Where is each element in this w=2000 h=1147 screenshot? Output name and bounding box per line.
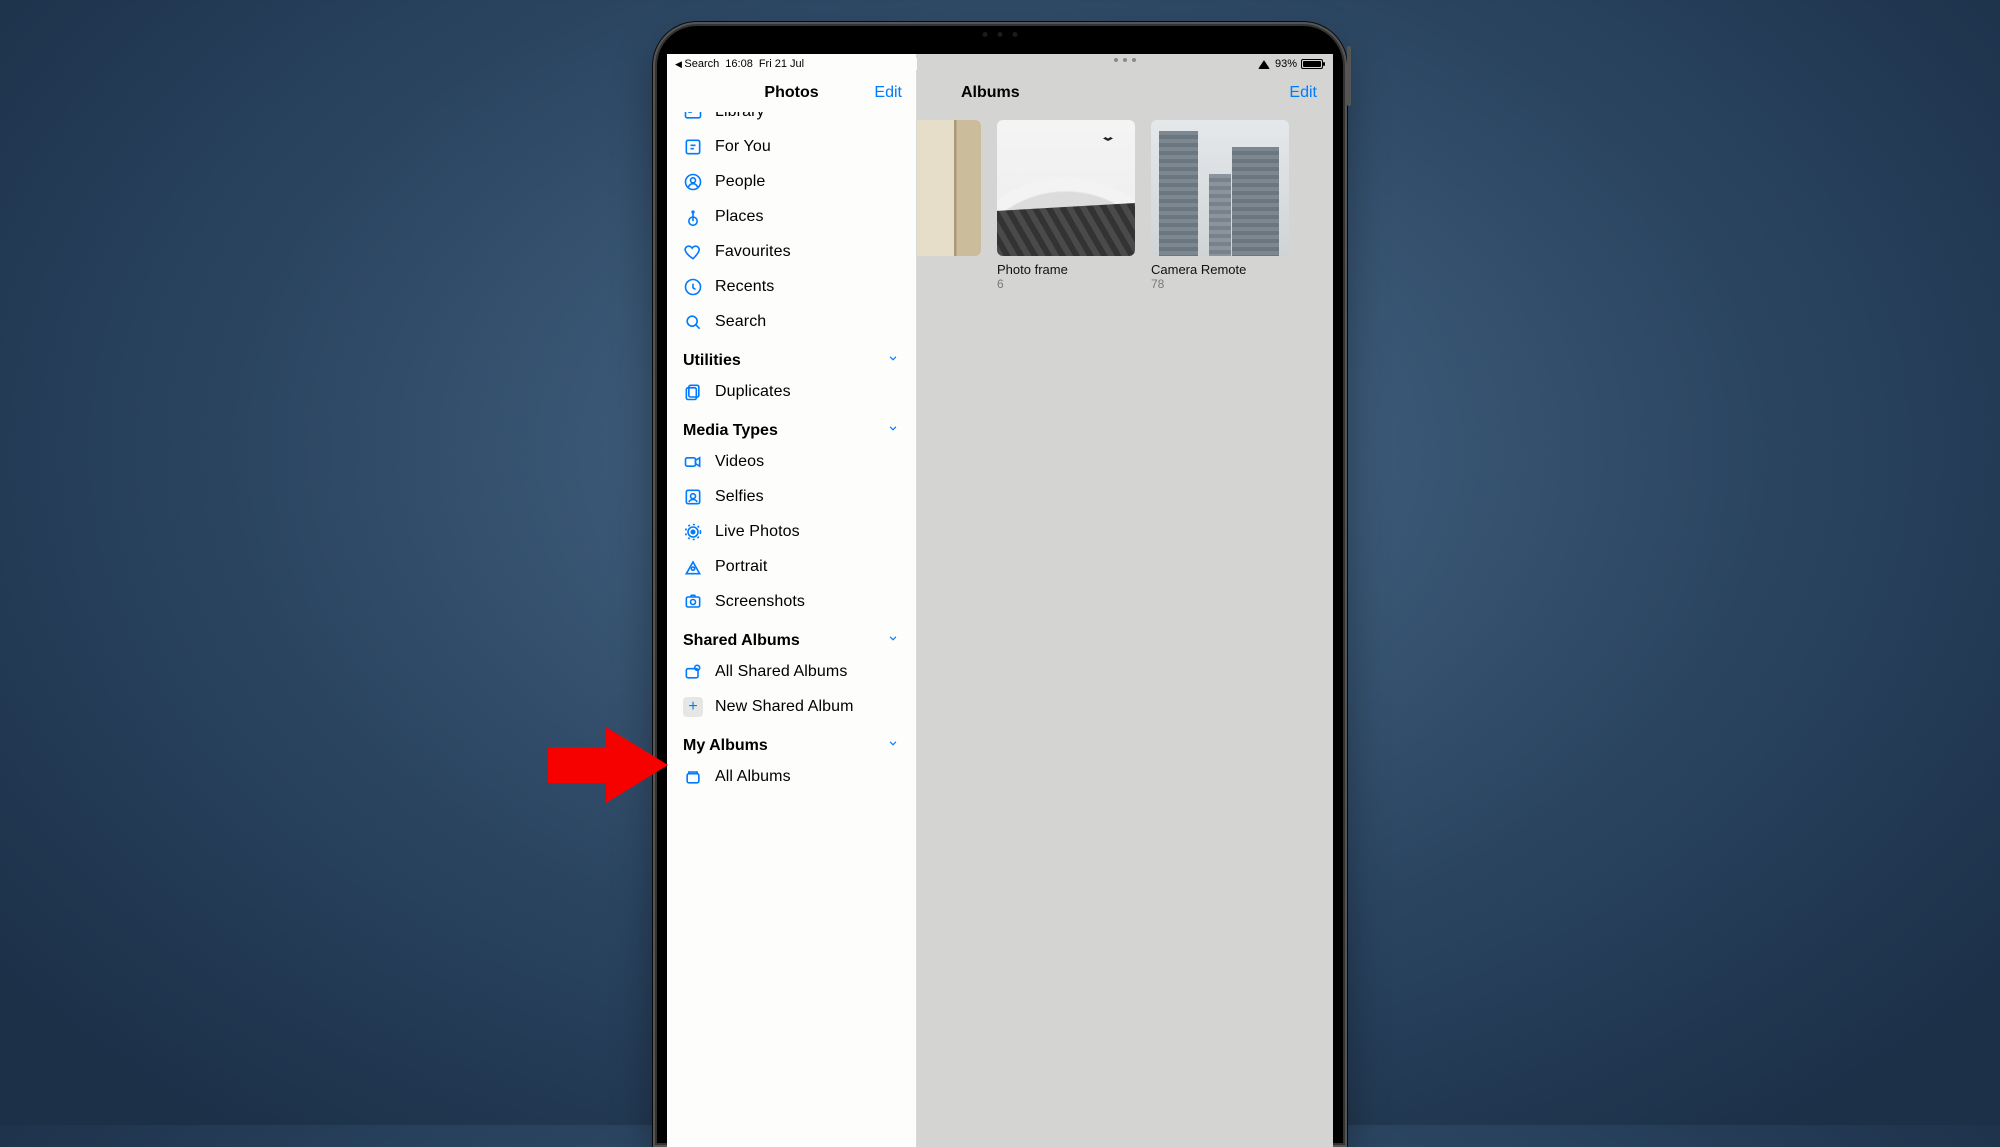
sidebar-item-label: All Albums — [715, 768, 791, 786]
album-item-photo-frame[interactable]: Photo frame 6 — [997, 120, 1135, 291]
front-camera-cluster — [983, 32, 1018, 37]
plus-icon: + — [683, 697, 703, 717]
library-icon — [683, 112, 703, 122]
sidebar-item-label: People — [715, 173, 765, 191]
album-thumbnail — [1151, 120, 1289, 256]
section-title: Shared Albums — [683, 632, 800, 650]
section-title: Utilities — [683, 352, 741, 370]
search-icon — [683, 312, 703, 332]
sidebar-scroll[interactable]: Library For You People — [667, 112, 916, 1147]
sidebar-item-duplicates[interactable]: Duplicates — [677, 374, 906, 409]
album-count: 78 — [1151, 277, 1289, 291]
sidebar-item-label: Live Photos — [715, 523, 800, 541]
album-count: 6 — [997, 277, 1135, 291]
album-grid[interactable]: Photo frame 6 Camera Remote 78 — [917, 112, 1333, 291]
chevron-down-icon — [886, 736, 900, 755]
section-title: My Albums — [683, 737, 768, 755]
heart-icon — [683, 242, 703, 262]
portrait-icon — [683, 557, 703, 577]
album-item[interactable] — [917, 120, 981, 291]
sidebar-item-label: Favourites — [715, 243, 791, 261]
sidebar-header: Photos Edit — [667, 74, 916, 112]
sidebar-item-videos[interactable]: Videos — [677, 444, 906, 479]
sidebar-item-label: Videos — [715, 453, 764, 471]
album-name: Camera Remote — [1151, 262, 1289, 277]
shared-album-icon — [683, 662, 703, 682]
ipad-device-frame: Search 16:08 Fri 21 Jul 93% Photos Edit — [653, 22, 1347, 1147]
section-title: Media Types — [683, 422, 778, 440]
live-photos-icon — [683, 522, 703, 542]
sidebar-item-label: Portrait — [715, 558, 767, 576]
section-header-shared-albums[interactable]: Shared Albums — [677, 623, 906, 654]
sidebar-title: Photos — [764, 84, 818, 102]
album-item-camera-remote[interactable]: Camera Remote 78 — [1151, 120, 1289, 291]
places-icon — [683, 207, 703, 227]
sidebar-item-all-shared-albums[interactable]: All Shared Albums — [677, 654, 906, 689]
sidebar-item-live-photos[interactable]: Live Photos — [677, 514, 906, 549]
sidebar-item-label: All Shared Albums — [715, 663, 847, 681]
sidebar-item-selfies[interactable]: Selfies — [677, 479, 906, 514]
sidebar-item-portrait[interactable]: Portrait — [677, 549, 906, 584]
sidebar-item-places[interactable]: Places — [677, 199, 906, 234]
sidebar-item-recents[interactable]: Recents — [677, 269, 906, 304]
sidebar-item-label: Selfies — [715, 488, 764, 506]
sidebar-item-people[interactable]: People — [677, 164, 906, 199]
sidebar-item-new-shared-album[interactable]: + New Shared Album — [677, 689, 906, 724]
sidebar-item-label: Places — [715, 208, 764, 226]
power-button — [1347, 46, 1351, 106]
sidebar-item-label: Recents — [715, 278, 774, 296]
section-header-utilities[interactable]: Utilities — [677, 343, 906, 374]
sidebar-item-label: For You — [715, 138, 771, 156]
sidebar-item-all-albums[interactable]: All Albums — [677, 759, 906, 794]
sidebar-item-screenshots[interactable]: Screenshots — [677, 584, 906, 619]
sidebar-item-favourites[interactable]: Favourites — [677, 234, 906, 269]
for-you-icon — [683, 137, 703, 157]
content-header: Albums Edit — [917, 74, 1333, 112]
screen: Search 16:08 Fri 21 Jul 93% Photos Edit — [667, 54, 1333, 1147]
screenshots-icon — [683, 592, 703, 612]
sidebar-item-label: Library — [715, 112, 765, 121]
album-stack-icon — [683, 767, 703, 787]
duplicates-icon — [683, 382, 703, 402]
chevron-down-icon — [886, 351, 900, 370]
grabber-dots-icon[interactable] — [917, 58, 1333, 62]
content-title: Albums — [961, 84, 1020, 102]
people-icon — [683, 172, 703, 192]
content-edit-button[interactable]: Edit — [1289, 84, 1317, 102]
sidebar-item-search[interactable]: Search — [677, 304, 906, 339]
chevron-down-icon — [886, 421, 900, 440]
album-thumbnail — [917, 120, 981, 256]
sidebar-item-label: Screenshots — [715, 593, 805, 611]
sidebar: Photos Edit Library — [667, 54, 917, 1147]
album-name: Photo frame — [997, 262, 1135, 277]
content: Albums Edit Photo frame 6 Camera Remote … — [917, 54, 1333, 1147]
section-header-my-albums[interactable]: My Albums — [677, 728, 906, 759]
chevron-down-icon — [886, 631, 900, 650]
sidebar-edit-button[interactable]: Edit — [874, 84, 902, 102]
sidebar-item-label: Duplicates — [715, 383, 791, 401]
sidebar-item-label: Search — [715, 313, 766, 331]
section-header-media-types[interactable]: Media Types — [677, 413, 906, 444]
video-icon — [683, 452, 703, 472]
selfies-icon — [683, 487, 703, 507]
instruction-arrow — [548, 727, 668, 803]
sidebar-item-library[interactable]: Library — [677, 112, 906, 129]
album-thumbnail — [997, 120, 1135, 256]
sidebar-item-label: New Shared Album — [715, 698, 854, 716]
clock-icon — [683, 277, 703, 297]
sidebar-item-for-you[interactable]: For You — [677, 129, 906, 164]
